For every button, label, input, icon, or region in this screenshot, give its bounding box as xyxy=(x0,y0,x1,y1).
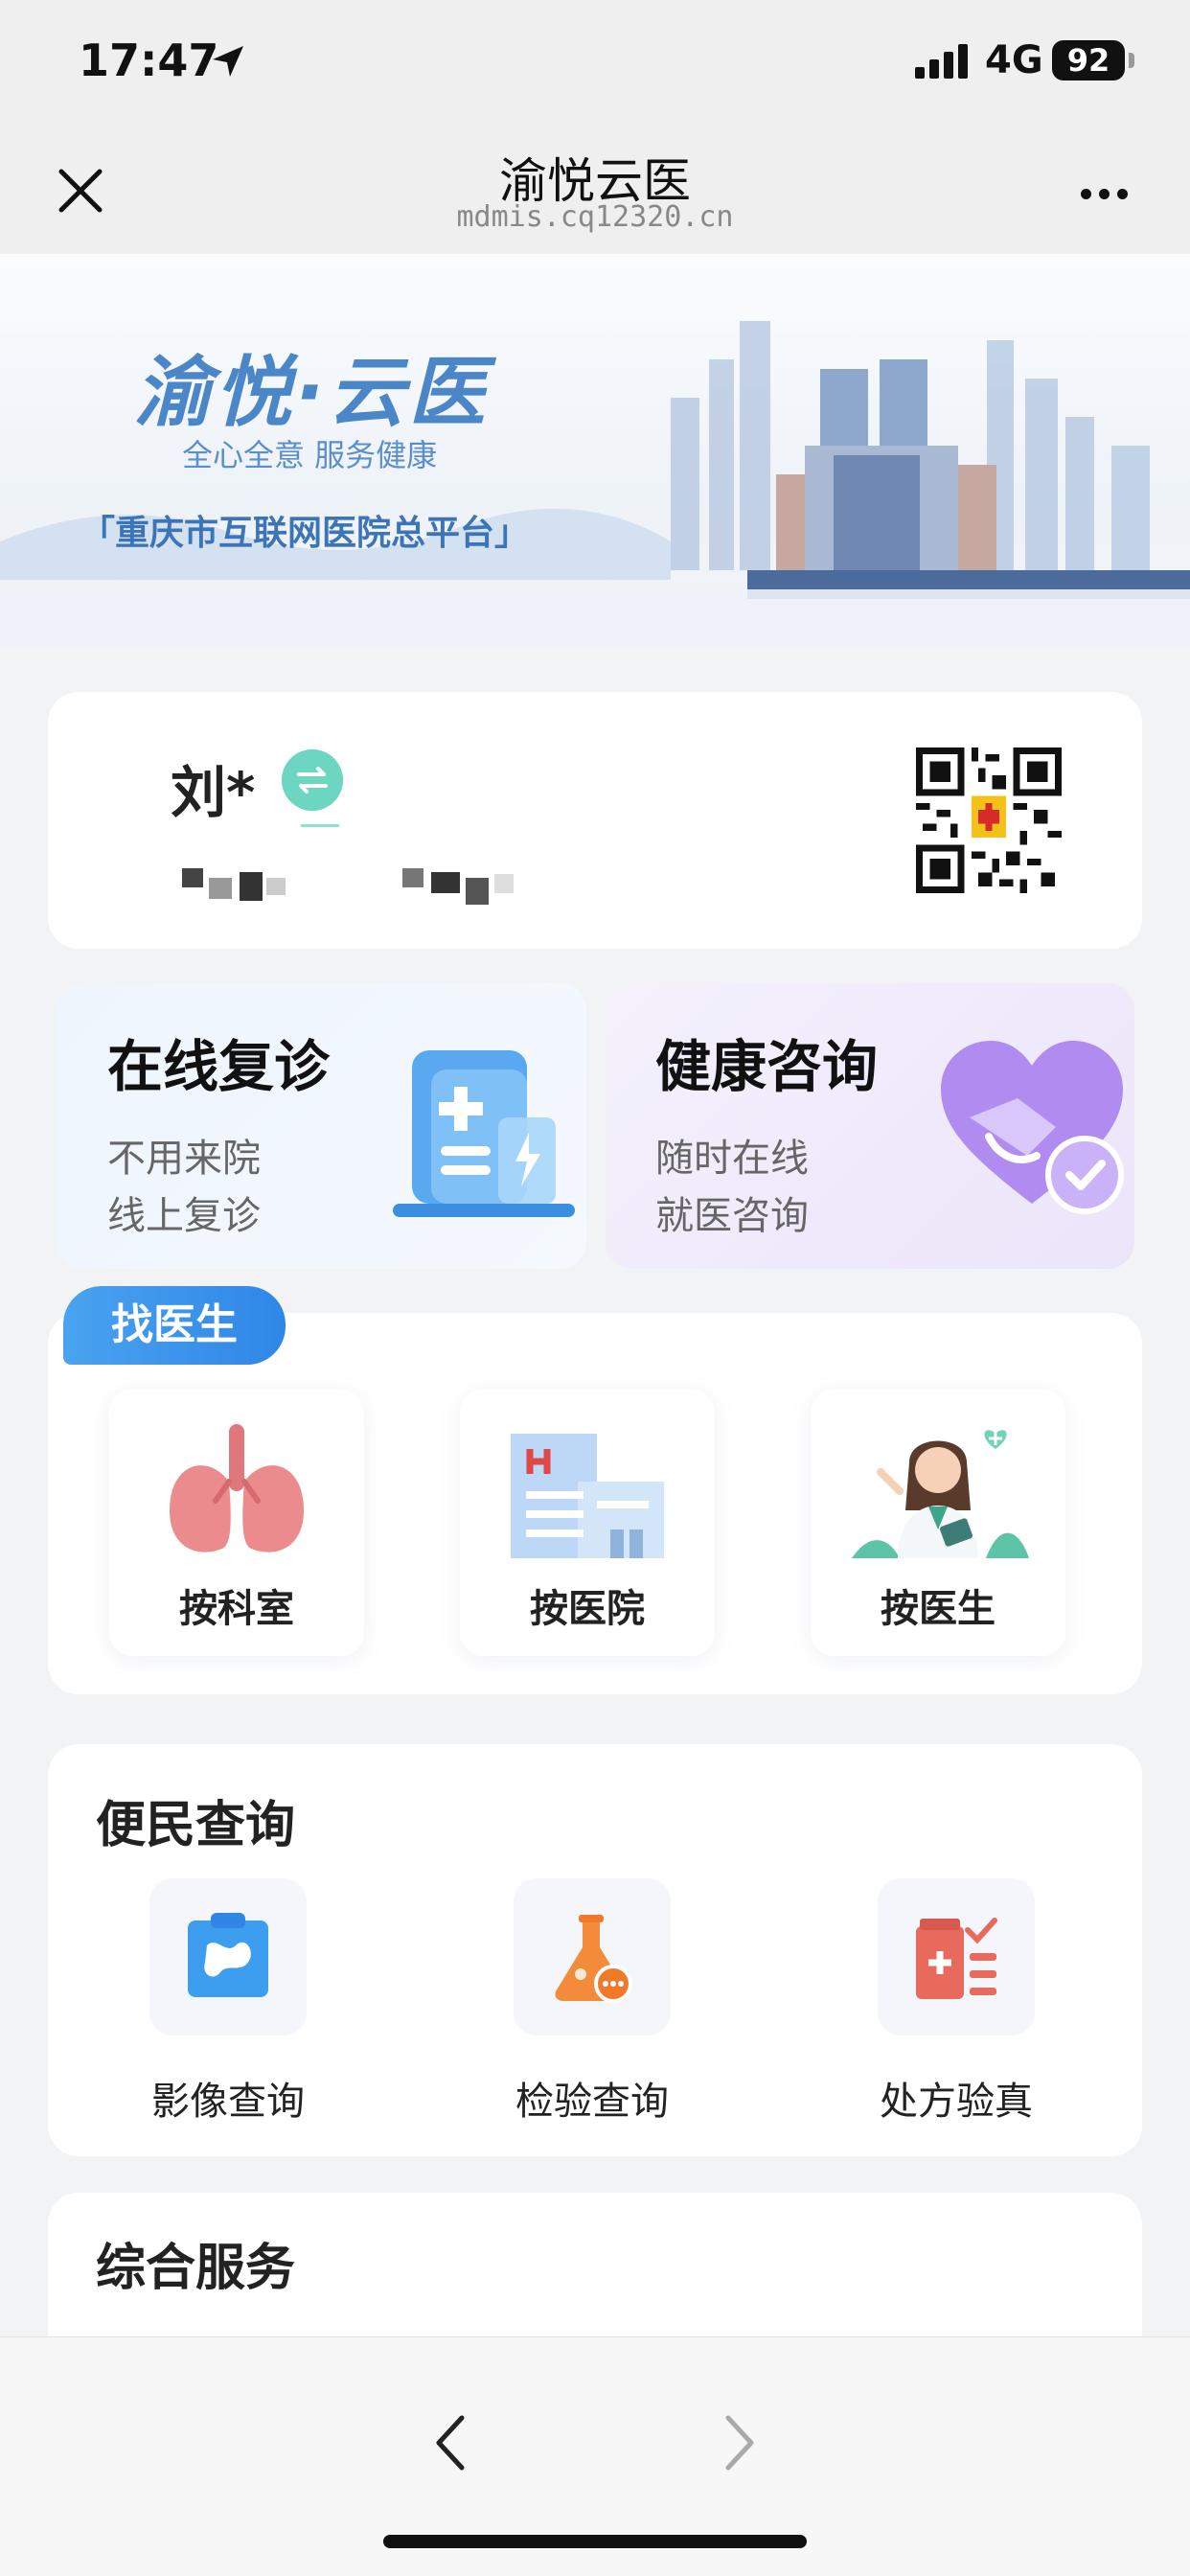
browser-bottom-bar xyxy=(0,2336,1190,2576)
lab-query-button[interactable]: 检验查询 xyxy=(460,1878,690,2124)
banner-title: 渝悦·云医 xyxy=(134,348,490,437)
network-type: 4G xyxy=(985,38,1043,82)
nav-bar: 渝悦云医 mdmis.cq12320.cn xyxy=(0,129,1190,254)
section-title: 综合服务 xyxy=(96,2240,296,2297)
page-url: mdmis.cq12320.cn xyxy=(456,200,734,234)
prescription-verify-button[interactable]: 处方验真 xyxy=(824,1878,1054,2124)
by-doctor-button[interactable]: 按医生 xyxy=(811,1390,1065,1656)
doctor-icon xyxy=(852,1430,1029,1558)
hospital-icon xyxy=(511,1434,664,1558)
service-desc-line2: 就医咨询 xyxy=(655,1194,809,1238)
handshake-heart-icon xyxy=(941,1041,1124,1214)
section-title: 便民查询 xyxy=(96,1797,296,1854)
masked-id-block xyxy=(182,864,287,903)
service-title: 在线复诊 xyxy=(107,1034,331,1099)
service-title: 健康咨询 xyxy=(655,1034,879,1099)
switch-underline xyxy=(301,824,339,827)
lungs-icon xyxy=(170,1424,304,1552)
switch-patient-icon[interactable] xyxy=(282,749,343,811)
online-revisit-card[interactable]: 在线复诊 不用来院 线上复诊 xyxy=(57,983,586,1269)
back-arrow-icon[interactable] xyxy=(422,2404,479,2481)
by-hospital-button[interactable]: 按医院 xyxy=(460,1390,715,1656)
by-department-button[interactable]: 按科室 xyxy=(109,1390,364,1656)
prescription-verify-label: 处方验真 xyxy=(880,2080,1033,2124)
banner-platform: 「重庆市互联网医院总平台」 xyxy=(80,514,530,553)
status-time: 17:47 xyxy=(79,34,219,86)
by-hospital-label: 按医院 xyxy=(530,1587,645,1631)
service-desc-line2: 线上复诊 xyxy=(107,1194,261,1238)
location-arrow-icon xyxy=(213,46,243,77)
xray-icon xyxy=(188,1913,268,1997)
more-menu-icon[interactable] xyxy=(1081,185,1138,204)
status-bar: 17:47 4G 92 xyxy=(0,0,1190,129)
comprehensive-service-section: 综合服务 xyxy=(48,2193,1142,2346)
user-card[interactable]: 刘* xyxy=(48,692,1142,949)
convenience-query-section: 便民查询 影像查询 检验查询 处方验真 xyxy=(48,1744,1142,2156)
battery-icon: 92 xyxy=(1052,40,1134,80)
home-indicator[interactable] xyxy=(383,2535,807,2548)
imaging-query-button[interactable]: 影像查询 xyxy=(96,1878,326,2124)
cellular-signal-icon xyxy=(915,44,968,79)
imaging-icon-box xyxy=(149,1878,307,2036)
prescription-icon-box xyxy=(878,1878,1035,2036)
by-doctor-label: 按医生 xyxy=(881,1587,995,1631)
find-doctor-tag: 找医生 xyxy=(63,1286,286,1365)
banner-subtitle: 全心全意 服务健康 xyxy=(182,437,438,473)
lab-query-label: 检验查询 xyxy=(515,2080,669,2124)
user-name: 刘* xyxy=(171,760,256,825)
masked-phone-block xyxy=(402,864,537,905)
city-skyline-illustration xyxy=(0,321,1190,647)
prescription-icon xyxy=(916,1918,997,1999)
banner[interactable]: 渝悦·云医 全心全意 服务健康 「重庆市互联网医院总平台」 xyxy=(0,254,1190,647)
imaging-query-label: 影像查询 xyxy=(151,2080,305,2124)
forward-arrow-icon[interactable] xyxy=(711,2404,768,2481)
flask-icon xyxy=(555,1915,632,2003)
lab-icon-box xyxy=(514,1878,671,2036)
by-department-label: 按科室 xyxy=(179,1587,294,1631)
service-desc-line1: 随时在线 xyxy=(655,1137,809,1181)
health-consult-card[interactable]: 健康咨询 随时在线 就医咨询 xyxy=(606,983,1134,1269)
service-desc-line1: 不用来院 xyxy=(107,1137,261,1181)
clinic-document-icon xyxy=(393,1050,575,1217)
qr-code-icon[interactable] xyxy=(916,748,1062,893)
